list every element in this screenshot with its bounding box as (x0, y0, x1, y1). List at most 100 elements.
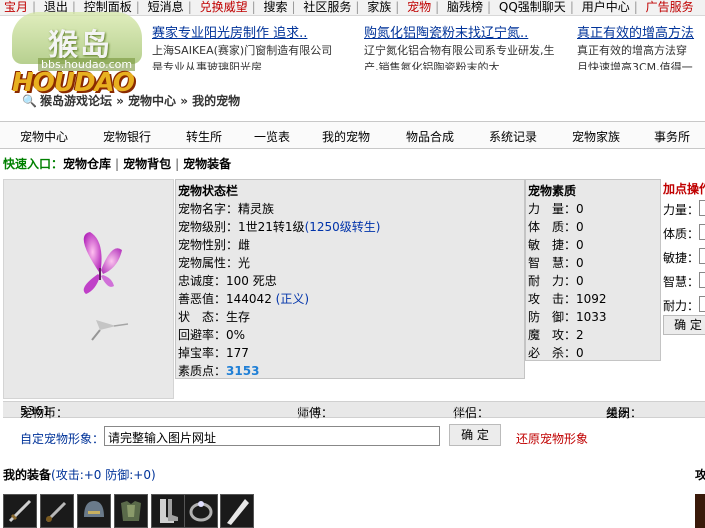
menu-pet-center[interactable]: 宠物中心 (20, 128, 68, 145)
nav-separator: | (291, 0, 296, 14)
equipment-slot[interactable] (77, 494, 111, 528)
endurance-input[interactable] (699, 296, 705, 312)
equipment-slot[interactable] (220, 494, 254, 528)
pet-name: 精灵族 (238, 202, 275, 216)
ad-block[interactable]: 赛家专业阳光房制作 追求.. 上海SAIKEA(赛家)门窗制造有限公司 是专业从… (152, 22, 362, 70)
nav-family[interactable]: 家族 (363, 0, 395, 15)
quality-row: 智 慧：0 (528, 254, 584, 271)
status-name-label: 宠物名字： (178, 202, 239, 216)
breadcrumb[interactable]: 🔍 猴岛游戏论坛 » 宠物中心 » 我的宠物 (22, 92, 240, 109)
breadcrumb-text[interactable]: 猴岛游戏论坛 » 宠物中心 » 我的宠物 (40, 94, 240, 108)
nav-brain-list[interactable]: 脑残榜 (443, 0, 487, 15)
quality-label: 智 慧： (528, 256, 577, 270)
quick-link-backpack[interactable]: 宠物背包 (123, 157, 171, 171)
menu-my-pet[interactable]: 我的宠物 (322, 128, 370, 145)
menu-overview[interactable]: 一览表 (254, 128, 290, 145)
custom-image-label: 自定宠物形象： (20, 432, 105, 446)
ad-title[interactable]: 购氮化铝陶瓷粉末找辽宁氮.. (364, 22, 574, 41)
custom-image-confirm-button[interactable]: 确 定 (449, 424, 501, 446)
divider: | (115, 157, 120, 171)
nav-qq-chat[interactable]: QQ强制聊天 (495, 0, 570, 15)
quick-link-equipment[interactable]: 宠物装备 (183, 157, 231, 171)
status-level-row: 宠物级别：1世21转1级(1250级转生) (178, 218, 380, 235)
strength-input[interactable] (699, 200, 705, 216)
pet-karma: 144042 (226, 292, 272, 306)
status-drop-label: 掉宝率： (178, 346, 227, 360)
add-point-label: 敏捷： (663, 251, 700, 265)
blade-icon (227, 499, 249, 525)
quality-row: 魔 攻：2 (528, 326, 584, 343)
equipment-stats: (攻击:+0 防御:+0) (51, 468, 156, 482)
quality-row: 力 量：0 (528, 200, 584, 217)
menu-item-synthesis[interactable]: 物品合成 (406, 128, 454, 145)
nav-pet[interactable]: 宠物 (403, 0, 435, 15)
custom-image-row: 自定宠物形象： 请完整输入图片网址 确 定 还原宠物形象 (0, 424, 705, 450)
equipment-slot[interactable] (114, 494, 148, 528)
quality-label: 耐 力： (528, 274, 577, 288)
quick-link-warehouse[interactable]: 宠物仓库 (63, 157, 111, 171)
sword-icon (8, 499, 32, 523)
pet-loyalty: 100 死忠 (226, 274, 277, 288)
quality-value: 1033 (576, 310, 607, 324)
quality-value: 0 (576, 274, 584, 288)
ad-block[interactable]: 真正有效的增高方法 真正有效的增高方法穿 月快速增高3CM,值得一 (577, 22, 705, 70)
menu-rebirth[interactable]: 转生所 (186, 128, 222, 145)
equipment-slot[interactable] (184, 494, 218, 528)
site-logo[interactable]: 猴岛 bbs.houdao.com HOUDAO (8, 12, 142, 98)
sword-icon (45, 501, 67, 523)
add-point-label: 耐力： (663, 299, 700, 313)
agility-input[interactable] (699, 248, 705, 264)
quick-entry: 快速入口：宠物仓库 | 宠物背包 | 宠物装备 (3, 155, 231, 172)
org-value: 关闭 (606, 406, 631, 420)
nav-user-center[interactable]: 用户中心 (578, 0, 634, 15)
restore-image-link[interactable]: 还原宠物形象 (516, 430, 588, 447)
equipment-slot[interactable] (151, 494, 185, 528)
ad-title[interactable]: 赛家专业阳光房制作 追求.. (152, 22, 362, 41)
equipment-slot[interactable] (695, 494, 705, 528)
nav-separator: | (355, 0, 360, 14)
nav-separator: | (435, 0, 440, 14)
nav-community-service[interactable]: 社区服务 (299, 0, 355, 15)
menu-office[interactable]: 事务所 (654, 128, 690, 145)
rebirth-level-link[interactable]: (1250级转生) (305, 220, 381, 234)
quality-header: 宠物素质 (528, 184, 577, 198)
pet-level: 1世21转1级 (238, 220, 305, 234)
nav-ad-service[interactable]: 广告服务 (642, 0, 698, 15)
menu-pet-family[interactable]: 宠物家族 (572, 128, 620, 145)
wisdom-input[interactable] (699, 272, 705, 288)
karma-tag: (正义) (275, 292, 310, 306)
quality-row: 耐 力：0 (528, 272, 584, 289)
menu-system-log[interactable]: 系统记录 (489, 128, 537, 145)
ad-line: 真正有效的增高方法穿 (577, 44, 687, 57)
constitution-input[interactable] (699, 224, 705, 240)
quality-row: 体 质：0 (528, 218, 584, 235)
menu-pet-bank[interactable]: 宠物银行 (103, 128, 151, 145)
quality-value: 0 (576, 238, 584, 252)
equipment-slot[interactable] (40, 494, 74, 528)
quality-label: 必 杀： (528, 346, 577, 360)
equipment-slot[interactable] (3, 494, 37, 528)
quality-value: 1092 (576, 292, 607, 306)
pet-drop-rate: 177 (226, 346, 249, 360)
add-points-panel: 加点操作 力量： 体质： 敏捷： 智慧： 耐力： 确 定 (661, 179, 705, 339)
equipment-title: 我的装备(攻击:+0 防御:+0) (3, 466, 156, 483)
quality-value: 0 (576, 346, 584, 360)
ad-title[interactable]: 真正有效的增高方法 (577, 22, 705, 41)
quality-value: 0 (576, 256, 584, 270)
add-points-confirm-button[interactable]: 确 定 (663, 315, 705, 335)
status-loyalty-row: 忠诚度：100 死忠 (178, 272, 277, 289)
nav-separator: | (395, 0, 400, 14)
master-value: 无 (297, 406, 310, 420)
nav-messages[interactable]: 短消息 (144, 0, 188, 15)
ring-icon (189, 501, 213, 522)
quality-row: 必 杀：0 (528, 344, 584, 361)
image-url-input[interactable]: 请完整输入图片网址 (104, 426, 440, 446)
quality-value: 0 (576, 202, 584, 216)
quick-entry-label: 快速入口： (3, 157, 64, 171)
quality-value: 0 (576, 220, 584, 234)
status-karma-row: 善恶值：144042 (正义) (178, 290, 309, 307)
ad-block[interactable]: 购氮化铝陶瓷粉末找辽宁氮.. 辽宁氮化铝合物有限公司系专业研发,生 产,销售氮化… (364, 22, 574, 70)
nav-search[interactable]: 搜索 (259, 0, 291, 15)
nav-exchange-prestige[interactable]: 兑换威望 (196, 0, 252, 15)
status-header: 宠物状态栏 (178, 184, 239, 198)
